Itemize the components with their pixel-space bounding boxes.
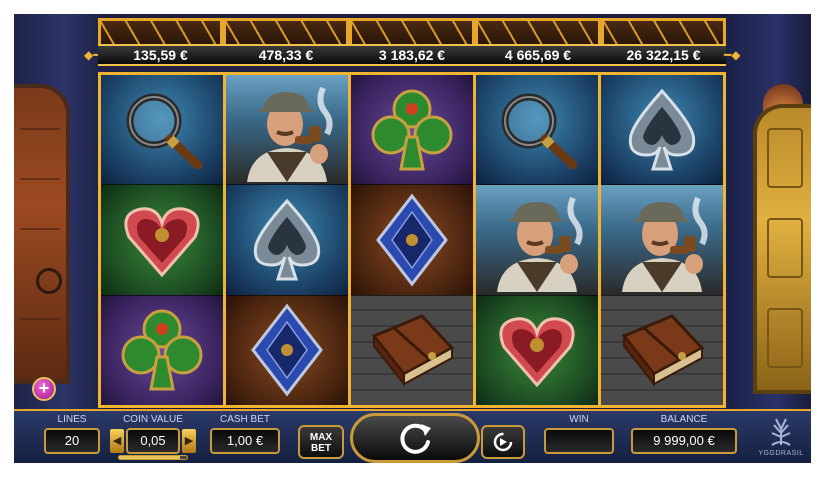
detective-icon (487, 188, 587, 292)
coin-value-slider-fill (119, 456, 181, 459)
reel-cell (351, 184, 473, 295)
reel-cell (476, 184, 598, 295)
spade-icon (244, 195, 330, 285)
heart-icon (494, 307, 580, 393)
lines-display[interactable]: 20 (44, 428, 100, 454)
slot-game: ◆━ 135,59 € 478,33 € 3 183,62 € 4 665,69… (14, 14, 811, 463)
reel (476, 75, 601, 405)
detective-icon (237, 78, 337, 182)
book-icon (614, 308, 710, 392)
reel (601, 75, 723, 405)
reel (351, 75, 476, 405)
door-ring-icon (36, 268, 62, 294)
coin-value-label: COIN VALUE (123, 414, 183, 425)
reel-cell (351, 75, 473, 185)
brand-logo: YGGDRASIL (756, 413, 806, 463)
add-button[interactable]: + (32, 377, 56, 401)
jackpot-frame: ◆━ 135,59 € 478,33 € 3 183,62 € 4 665,69… (84, 18, 740, 66)
spade-icon (619, 85, 705, 175)
truss (98, 18, 223, 44)
reel-cell (101, 75, 223, 185)
right-door (753, 104, 811, 394)
jackpot-value: 135,59 € (98, 44, 223, 66)
diamond-icon (372, 192, 452, 288)
control-bar: LINES 20 COIN VALUE ◀ 0,05 ▶ CASH BET 1,… (14, 409, 811, 463)
tree-logo-icon (771, 418, 791, 446)
brand-name: YGGDRASIL (758, 450, 804, 457)
reel-cell (101, 184, 223, 295)
book-icon (364, 308, 460, 392)
win-label: WIN (569, 414, 589, 425)
lines-label: LINES (57, 414, 87, 425)
jackpot-value: 3 183,62 € (349, 44, 475, 66)
truss (475, 18, 601, 44)
diamond-icon (247, 302, 327, 398)
club-icon (117, 305, 207, 395)
truss (601, 18, 726, 44)
coin-increase-button[interactable]: ▶ (182, 429, 196, 453)
magnifying-glass-icon (487, 85, 587, 175)
max-bet-label: BET (311, 443, 331, 454)
reel-grid (98, 72, 726, 408)
detective-icon (612, 188, 712, 292)
truss (223, 18, 349, 44)
win-display (544, 428, 614, 454)
truss (349, 18, 475, 44)
coin-decrease-button[interactable]: ◀ (110, 429, 124, 453)
autoplay-icon (493, 432, 513, 452)
magnifying-glass-icon (112, 85, 212, 175)
spin-arrow-icon (400, 423, 431, 454)
club-icon (367, 85, 457, 175)
reel-cell (226, 184, 348, 295)
reel-cell (351, 294, 473, 405)
max-bet-button[interactable]: MAX BET (298, 425, 344, 459)
reel-cell (476, 75, 598, 185)
reel (226, 75, 351, 405)
reel-cell (601, 294, 723, 405)
coin-value-slider[interactable] (118, 455, 188, 460)
jackpot-value: 26 322,15 € (601, 44, 726, 66)
spin-button[interactable] (350, 413, 480, 463)
autoplay-button[interactable] (481, 425, 525, 459)
reel-cell (476, 294, 598, 405)
cash-bet-display: 1,00 € (210, 428, 280, 454)
jackpot-value: 478,33 € (223, 44, 349, 66)
reel-cell (601, 184, 723, 295)
reel-cell (101, 294, 223, 405)
balance-label: BALANCE (660, 414, 708, 425)
reel-cell (226, 294, 348, 405)
cash-bet-label: CASH BET (219, 414, 270, 425)
reel-cell (226, 75, 348, 185)
reel-cell (601, 75, 723, 185)
balance-display: 9 999,00 € (631, 428, 737, 454)
jackpot-value: 4 665,69 € (475, 44, 601, 66)
max-bet-label: MAX (309, 432, 333, 443)
coin-value-display: 0,05 (126, 428, 180, 454)
reel (101, 75, 226, 405)
left-door (14, 84, 70, 384)
heart-icon (119, 197, 205, 283)
spear-right-icon: ━◆ (724, 48, 741, 62)
